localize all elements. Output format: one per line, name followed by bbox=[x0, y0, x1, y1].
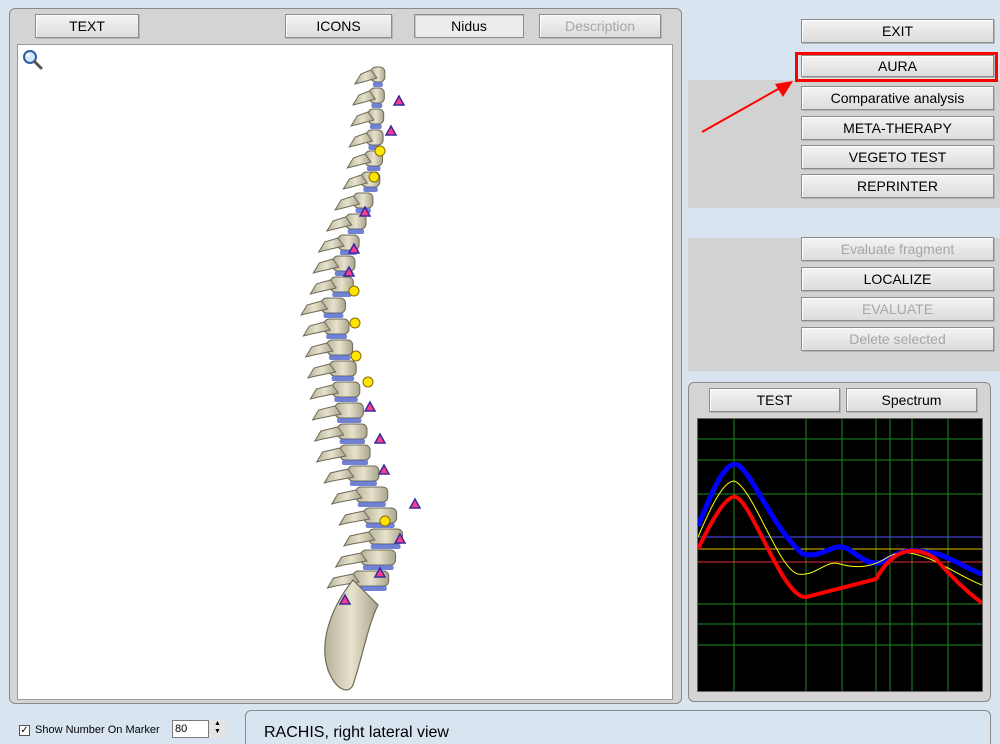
intervertebral-disc bbox=[323, 313, 344, 318]
status-bar: RACHIS, right lateral view bbox=[245, 710, 991, 744]
vertebra-process bbox=[306, 363, 337, 379]
intervertebral-disc bbox=[331, 376, 355, 381]
delete-selected-button[interactable]: Delete selected bbox=[801, 327, 994, 351]
vertebra bbox=[347, 465, 380, 482]
spectrum-graph bbox=[697, 418, 983, 692]
intervertebral-disc bbox=[341, 460, 369, 465]
vertebra-process bbox=[313, 426, 345, 442]
tab-nidus[interactable]: Nidus bbox=[414, 14, 524, 38]
vertebra-process bbox=[312, 258, 340, 274]
intervertebral-disc bbox=[357, 502, 386, 507]
evaluate-button[interactable]: EVALUATE bbox=[801, 297, 994, 321]
intervertebral-disc bbox=[362, 565, 394, 570]
vertebra-process bbox=[311, 405, 342, 421]
intervertebral-disc bbox=[366, 166, 381, 171]
intervertebral-disc bbox=[363, 187, 378, 192]
triangle-marker-icon[interactable] bbox=[392, 94, 406, 106]
spin-up-icon[interactable]: ▲ bbox=[209, 720, 226, 728]
aura-button[interactable]: AURA bbox=[801, 55, 994, 77]
hexagon-marker-icon[interactable] bbox=[349, 317, 361, 329]
intervertebral-disc bbox=[326, 334, 347, 339]
meta-therapy-button[interactable]: META-THERAPY bbox=[801, 116, 994, 140]
vertebra-process bbox=[338, 510, 371, 526]
intervertebral-disc bbox=[349, 481, 377, 486]
intervertebral-disc bbox=[365, 523, 395, 528]
vegeto-test-button[interactable]: VEGETO TEST bbox=[801, 145, 994, 169]
intervertebral-disc bbox=[347, 229, 364, 234]
exit-button[interactable]: EXIT bbox=[801, 19, 994, 43]
vertebra-process bbox=[304, 342, 334, 358]
test-tab[interactable]: TEST bbox=[709, 388, 840, 412]
localize-button[interactable]: LOCALIZE bbox=[801, 267, 994, 291]
status-text: RACHIS, right lateral view bbox=[264, 724, 449, 741]
intervertebral-disc bbox=[334, 397, 358, 402]
red-arrow-icon bbox=[701, 81, 793, 133]
intervertebral-disc bbox=[369, 124, 382, 129]
reprinter-button[interactable]: REPRINTER bbox=[801, 174, 994, 198]
triangle-marker-icon[interactable] bbox=[363, 400, 377, 412]
intervertebral-disc bbox=[328, 355, 351, 360]
spin-down-icon[interactable]: ▼ bbox=[209, 728, 226, 736]
show-number-label: Show Number On Marker bbox=[35, 724, 160, 736]
evaluate-fragment-button[interactable]: Evaluate fragment bbox=[801, 237, 994, 261]
hexagon-marker-icon[interactable] bbox=[368, 171, 380, 183]
hexagon-marker-icon[interactable] bbox=[362, 376, 374, 388]
vertebra-process bbox=[315, 447, 347, 463]
vertebra-process bbox=[309, 384, 340, 400]
tab-icons[interactable]: ICONS bbox=[285, 14, 392, 38]
vertebra bbox=[360, 549, 397, 566]
hexagon-marker-icon[interactable] bbox=[348, 285, 360, 297]
vertebra-process bbox=[323, 468, 355, 484]
triangle-marker-icon[interactable] bbox=[408, 497, 422, 509]
vertebra-process bbox=[330, 489, 363, 505]
blue-series bbox=[698, 461, 982, 577]
intervertebral-disc bbox=[371, 103, 383, 108]
intervertebral-disc bbox=[337, 418, 362, 423]
vertebra-process bbox=[309, 279, 338, 295]
triangle-marker-icon[interactable] bbox=[377, 463, 391, 475]
vertebra-process bbox=[300, 300, 329, 316]
tab-text[interactable]: TEXT bbox=[35, 14, 139, 38]
hexagon-marker-icon[interactable] bbox=[350, 350, 362, 362]
hexagon-marker-icon[interactable] bbox=[379, 515, 391, 527]
intervertebral-disc bbox=[332, 292, 352, 297]
vertebra bbox=[331, 381, 361, 398]
vertebra bbox=[355, 486, 389, 503]
tab-description[interactable]: Description bbox=[539, 14, 661, 38]
vertebra-process bbox=[334, 552, 368, 568]
vertebra bbox=[339, 444, 371, 461]
spine-illustration bbox=[300, 66, 422, 691]
intervertebral-disc bbox=[339, 439, 365, 444]
vertebra-process bbox=[342, 531, 376, 547]
marker-size-spinner[interactable]: ▲ ▼ bbox=[208, 720, 226, 738]
triangle-marker-icon[interactable] bbox=[373, 432, 387, 444]
hexagon-marker-icon[interactable] bbox=[374, 145, 386, 157]
red-series bbox=[698, 494, 982, 605]
intervertebral-disc bbox=[372, 82, 383, 87]
spine-image-viewer[interactable] bbox=[17, 44, 673, 700]
spectrum-tab[interactable]: Spectrum bbox=[846, 388, 977, 412]
vertebra bbox=[334, 402, 364, 419]
yellow-series bbox=[698, 480, 982, 586]
intervertebral-disc bbox=[370, 544, 401, 549]
vertebra bbox=[337, 423, 368, 440]
comparative-analysis-button[interactable]: Comparative analysis bbox=[801, 86, 994, 110]
vertebra-process bbox=[302, 321, 332, 337]
triangle-marker-icon[interactable] bbox=[384, 124, 398, 136]
show-number-checkbox[interactable]: ✓ bbox=[19, 725, 30, 736]
